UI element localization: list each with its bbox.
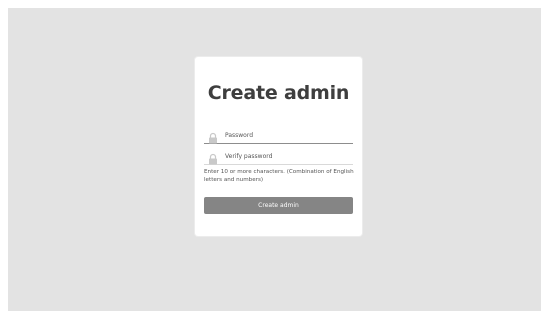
password-input[interactable] (225, 128, 345, 142)
lock-icon (207, 129, 219, 144)
password-hint: Enter 10 or more characters. (Combinatio… (204, 169, 354, 183)
create-admin-card: Create admin Enter 10 or more characters… (195, 57, 362, 236)
verify-password-field-row (204, 148, 353, 165)
lock-icon (207, 150, 219, 165)
verify-password-input[interactable] (225, 149, 345, 163)
page-title: Create admin (207, 82, 350, 104)
create-admin-button[interactable]: Create admin (204, 197, 353, 214)
password-field-row (204, 127, 353, 144)
